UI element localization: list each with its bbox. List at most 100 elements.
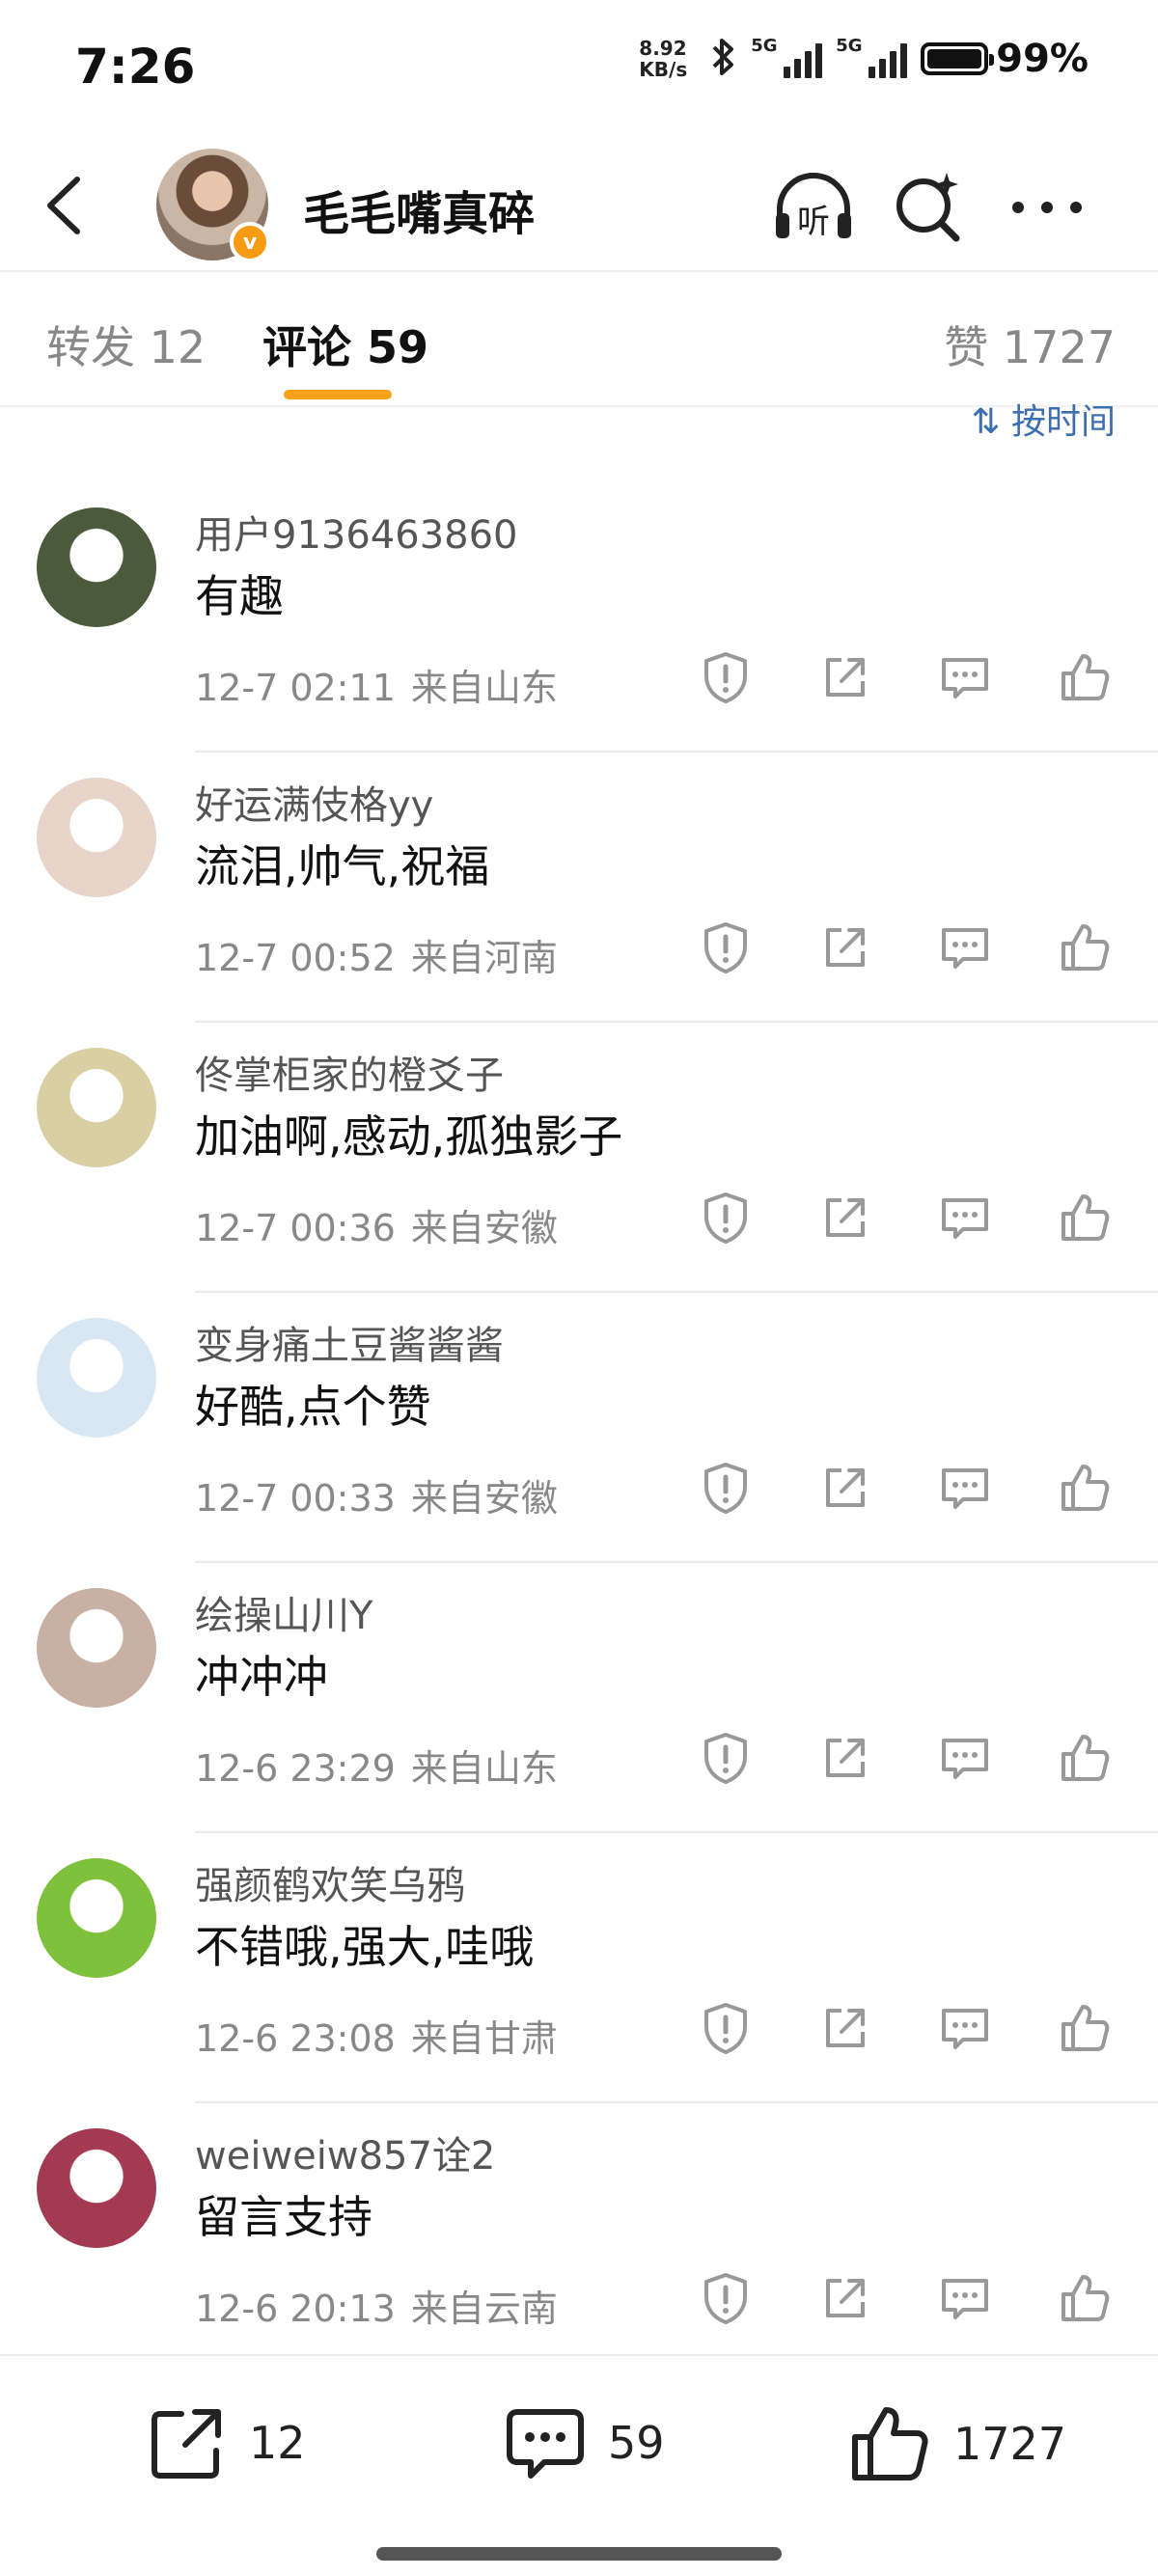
status-time: 7:26 (75, 39, 196, 95)
signal-sim2-icon: 5G (836, 36, 908, 78)
share-icon (826, 1739, 865, 1777)
shield-alert-icon (704, 922, 747, 973)
report-button[interactable] (697, 918, 755, 976)
report-button[interactable] (697, 1189, 755, 1247)
comment-date: 12-6 23:08 (195, 2017, 396, 2060)
share-button[interactable] (816, 1999, 874, 2057)
comment-action[interactable]: 59 (504, 2402, 665, 2483)
more-button[interactable] (1004, 164, 1090, 251)
thumbs-up-icon (1062, 2275, 1110, 2321)
commenter-avatar[interactable] (37, 1588, 156, 1708)
commenter-avatar[interactable] (37, 1048, 156, 1167)
comment-item: 强颜鹤欢笑乌鸦 不错哦,强大,哇哦 12-6 23:08 来自甘肃 (0, 1833, 1158, 2103)
like-button[interactable] (1056, 1999, 1114, 2057)
reply-button[interactable] (936, 1189, 994, 1247)
share-button[interactable] (816, 1729, 874, 1787)
like-button[interactable] (1056, 1459, 1114, 1517)
comment-date: 12-6 20:13 (195, 2288, 396, 2330)
tab-comments[interactable]: 评论 59 (262, 313, 428, 376)
comment-date: 12-7 00:36 (195, 1207, 396, 1249)
sim1-label: 5G (751, 36, 778, 56)
listen-label: 听 (797, 203, 830, 241)
reply-button[interactable] (936, 918, 994, 976)
like-action[interactable]: 1727 (849, 2402, 1066, 2485)
report-button[interactable] (697, 1999, 755, 2057)
commenter-avatar[interactable] (37, 2128, 156, 2248)
shield-alert-icon (704, 1733, 747, 1784)
sort-by-time-button[interactable]: ⇅ 按时间 (971, 394, 1116, 444)
search-button[interactable] (884, 164, 971, 251)
comment-bubble-icon (942, 1198, 988, 1239)
comment-date: 12-7 00:52 (195, 937, 396, 979)
repost-icon (152, 2409, 221, 2479)
share-button[interactable] (816, 918, 874, 976)
commenter-avatar[interactable] (37, 507, 156, 627)
report-button[interactable] (697, 1729, 755, 1787)
comment-item: weiweiw857诠2 留言支持 12-6 20:13 来自云南 (0, 2103, 1158, 2373)
reply-button[interactable] (936, 1459, 994, 1517)
comment-date: 12-7 00:33 (195, 1477, 396, 1520)
comment-location: 来自甘肃 (410, 2017, 558, 2060)
repost-action[interactable]: 12 (147, 2402, 306, 2483)
reply-button[interactable] (936, 648, 994, 706)
commenter-avatar[interactable] (37, 778, 156, 897)
comment-text: 加油啊,感动,孤独影子 (195, 1110, 623, 1163)
headphones-icon: 听 (776, 173, 851, 241)
comment-bubble-icon (942, 928, 988, 969)
post-tabs: 转发 12 评论 59 赞 1727 (0, 272, 1158, 407)
like-button[interactable] (1056, 1189, 1114, 1247)
comment-text: 流泪,帅气,祝福 (195, 840, 490, 892)
commenter-name[interactable]: 强颜鹤欢笑乌鸦 (195, 1854, 465, 1910)
share-button[interactable] (816, 1189, 874, 1247)
commenter-name[interactable]: 好运满伎格yy (195, 774, 433, 830)
battery-indicator: 99% (921, 37, 1089, 81)
report-button[interactable] (697, 1459, 755, 1517)
comment-bubble-icon (942, 658, 988, 699)
comment-actions (697, 1189, 1121, 1247)
reply-button[interactable] (936, 2269, 994, 2327)
shield-alert-icon (704, 652, 747, 703)
author-name[interactable]: 毛毛嘴真碎 (303, 176, 535, 243)
tab-active-indicator (284, 390, 392, 399)
commenter-name[interactable]: 绘操山川Y (195, 1584, 372, 1640)
status-icons: 8.92 KB/s 5G 5G 99% (639, 36, 1089, 81)
reply-button[interactable] (936, 1999, 994, 2057)
comment-actions (697, 1459, 1121, 1517)
report-button[interactable] (697, 2269, 755, 2327)
comment-date: 12-7 02:11 (195, 667, 396, 709)
thumbs-up-icon (1062, 654, 1110, 700)
commenter-name[interactable]: 用户9136463860 (195, 504, 518, 560)
comment-actions (697, 918, 1121, 976)
reply-button[interactable] (936, 1729, 994, 1787)
commenter-avatar[interactable] (37, 1318, 156, 1438)
commenter-name[interactable]: 佟掌柜家的橙爻子 (195, 1044, 504, 1100)
comment-item: 用户9136463860 有趣 12-7 02:11 来自山东 (0, 482, 1158, 753)
share-button[interactable] (816, 648, 874, 706)
commenter-name[interactable]: weiweiw857诠2 (195, 2124, 495, 2180)
share-button[interactable] (816, 1459, 874, 1517)
like-button[interactable] (1056, 1729, 1114, 1787)
report-button[interactable] (697, 648, 755, 706)
comment-meta: 12-7 00:36 来自安徽 (195, 1198, 558, 1251)
comment-bubble-icon (942, 2279, 988, 2319)
listen-button[interactable]: 听 (770, 164, 857, 251)
comment-text: 冲冲冲 (195, 1651, 328, 1703)
sim2-label: 5G (836, 36, 863, 56)
verified-badge: v (230, 222, 270, 262)
tab-repost[interactable]: 转发 12 (46, 313, 206, 376)
like-button[interactable] (1056, 918, 1114, 976)
comment-actions (697, 1729, 1121, 1787)
comment-count: 59 (608, 2417, 665, 2469)
home-indicator[interactable] (376, 2547, 782, 2561)
commenter-avatar[interactable] (37, 1858, 156, 1978)
commenter-name[interactable]: 变身痛土豆酱酱酱 (195, 1314, 504, 1370)
back-button[interactable] (37, 172, 95, 239)
comment-meta: 12-7 00:52 来自河南 (195, 928, 558, 981)
like-button[interactable] (1056, 648, 1114, 706)
share-button[interactable] (816, 2269, 874, 2327)
like-button[interactable] (1056, 2269, 1114, 2327)
post-header: v 毛毛嘴真碎 听 (0, 135, 1158, 272)
thumbs-up-icon (1062, 1465, 1110, 1511)
comment-text: 留言支持 (195, 2191, 372, 2243)
tab-likes[interactable]: 赞 1727 (944, 313, 1116, 376)
